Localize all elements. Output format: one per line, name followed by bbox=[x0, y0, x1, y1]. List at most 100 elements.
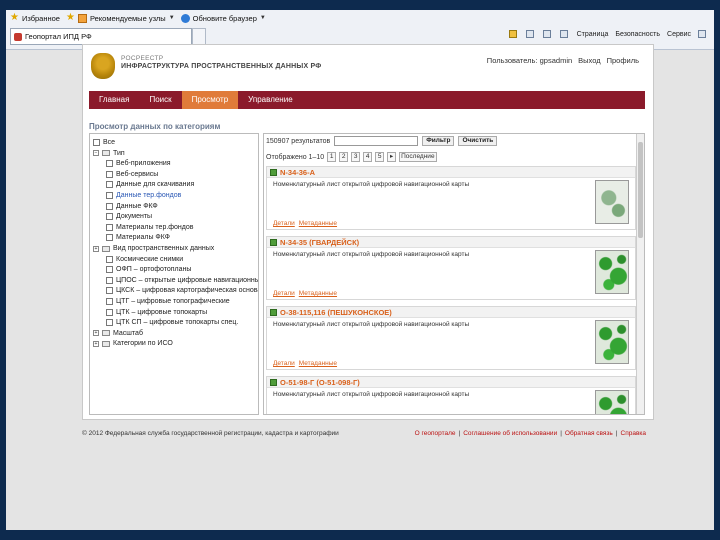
checkbox[interactable] bbox=[93, 139, 100, 146]
nav-search[interactable]: Поиск bbox=[139, 91, 181, 109]
result-title[interactable]: N-34-36-А bbox=[280, 168, 315, 177]
metadata-link[interactable]: Метаданные bbox=[299, 220, 337, 227]
map-thumbnail[interactable] bbox=[595, 180, 629, 224]
details-link[interactable]: Детали bbox=[273, 290, 295, 297]
tree-item[interactable]: ЦПОС – открытые цифровые навигационные bbox=[106, 275, 258, 286]
metadata-link[interactable]: Метаданные bbox=[299, 360, 337, 367]
tree-item[interactable]: Материалы ФКФ bbox=[106, 232, 170, 243]
page-1-button[interactable]: 1 bbox=[327, 152, 337, 162]
expand-icon[interactable]: + bbox=[93, 245, 99, 252]
tree-item[interactable]: + Категории по ИСО bbox=[93, 338, 173, 349]
tree-item[interactable]: + Масштаб bbox=[93, 328, 143, 339]
checkbox[interactable] bbox=[106, 202, 113, 210]
tree-item[interactable]: ЦТК – цифровые топокарты bbox=[106, 307, 207, 318]
checkbox[interactable] bbox=[106, 255, 113, 263]
tree-item-label: ЦТК СП – цифровые топокарты спец. bbox=[116, 319, 239, 327]
checkbox[interactable] bbox=[106, 181, 113, 189]
result-title[interactable]: N-34-35 (ГВАРДЕЙСК) bbox=[280, 238, 359, 247]
new-tab-button[interactable] bbox=[192, 28, 206, 45]
map-thumbnail[interactable] bbox=[595, 390, 629, 414]
checkbox[interactable] bbox=[106, 287, 113, 295]
update-browser-label: Обновите браузер bbox=[192, 13, 257, 23]
logout-link[interactable]: Выход bbox=[578, 56, 600, 65]
tree-item[interactable]: Документы bbox=[106, 211, 152, 222]
tree-item[interactable]: − Тип bbox=[93, 148, 125, 159]
tree-item[interactable]: ОФП – ортофотопланы bbox=[106, 264, 191, 275]
safety-menu[interactable]: Безопасность bbox=[615, 31, 660, 38]
tree-item[interactable]: Данные тер.фондов bbox=[106, 190, 181, 201]
update-browser-button[interactable]: Обновите браузер ▼ bbox=[180, 13, 266, 23]
result-titlebar: О-51-98-Г (О-51-098-Г) bbox=[267, 377, 635, 388]
checkbox[interactable] bbox=[106, 319, 113, 327]
expand-icon[interactable]: + bbox=[93, 340, 99, 347]
map-thumbnail[interactable] bbox=[595, 250, 629, 294]
footer-link-about[interactable]: О геопортале bbox=[415, 430, 456, 437]
checkbox[interactable] bbox=[106, 308, 113, 316]
next-page-icon[interactable]: ▸ bbox=[387, 152, 397, 162]
filter-input[interactable] bbox=[334, 136, 419, 146]
checkbox[interactable] bbox=[106, 223, 113, 231]
tree-item[interactable]: Веб-сервисы bbox=[106, 169, 158, 180]
tree-item[interactable]: Космические снимки bbox=[106, 254, 183, 265]
nav-home[interactable]: Главная bbox=[89, 91, 139, 109]
checkbox[interactable] bbox=[106, 276, 113, 284]
map-sheet-icon bbox=[270, 168, 277, 176]
home-icon bbox=[508, 30, 517, 38]
recommended-sites-button[interactable]: ★ Рекомендуемые узлы ▼ bbox=[66, 13, 175, 23]
user-bar: Пользователь: gpsadmin Выход Профиль bbox=[487, 56, 639, 65]
tree-item[interactable]: Все bbox=[93, 137, 115, 148]
footer-link-feedback[interactable]: Обратная связь bbox=[565, 430, 613, 437]
tree-item[interactable]: ЦКСК – цифровая картографическая основа bbox=[106, 285, 258, 296]
tree-item-label: Космические снимки bbox=[116, 255, 184, 263]
filter-button[interactable]: Фильтр bbox=[422, 136, 455, 146]
favorites-button[interactable]: ★ Избранное bbox=[10, 13, 60, 23]
checkbox[interactable] bbox=[106, 266, 113, 274]
details-link[interactable]: Детали bbox=[273, 360, 295, 367]
checkbox[interactable] bbox=[106, 170, 113, 178]
details-link[interactable]: Детали bbox=[273, 220, 295, 227]
collapse-icon[interactable]: − bbox=[93, 150, 99, 157]
tree-item[interactable]: Материалы тер.фондов bbox=[106, 222, 194, 233]
tree-item[interactable]: ЦТК СП – цифровые топокарты спец. bbox=[106, 317, 238, 328]
tree-item[interactable]: Веб-приложения bbox=[106, 158, 171, 169]
footer-link-agreement[interactable]: Соглашение об использовании bbox=[463, 430, 557, 437]
checkbox[interactable] bbox=[106, 298, 113, 305]
result-links: Детали Метаданные bbox=[273, 290, 337, 297]
browser-tab[interactable]: Геопортал ИПД РФ bbox=[10, 28, 192, 45]
tree-item[interactable]: Данные ФКФ bbox=[106, 201, 158, 212]
recommended-label: Рекомендуемые узлы bbox=[89, 13, 166, 23]
checkbox[interactable] bbox=[106, 160, 113, 168]
tools-menu[interactable]: Сервис bbox=[667, 31, 691, 38]
feeds-button[interactable] bbox=[525, 30, 536, 38]
clear-button[interactable]: Очистить bbox=[458, 136, 498, 146]
tree-item[interactable]: Данные для скачивания bbox=[106, 179, 194, 190]
nav-browse[interactable]: Просмотр bbox=[181, 91, 239, 109]
add-favorite-icon: ★ bbox=[65, 12, 75, 23]
map-thumbnail[interactable] bbox=[595, 320, 629, 364]
profile-link[interactable]: Профиль bbox=[607, 56, 639, 65]
scrollbar-thumb[interactable] bbox=[638, 142, 643, 238]
result-title[interactable]: О-38-115,116 (ПЕШУКОНСКОЕ) bbox=[280, 308, 392, 317]
last-page-button[interactable]: Последние bbox=[399, 152, 437, 162]
page-2-button[interactable]: 2 bbox=[339, 152, 349, 162]
metadata-link[interactable]: Метаданные bbox=[299, 290, 337, 297]
result-title[interactable]: О-51-98-Г (О-51-098-Г) bbox=[280, 378, 360, 387]
expand-icon[interactable]: + bbox=[93, 330, 99, 337]
tree-item[interactable]: + Вид пространственных данных bbox=[93, 243, 214, 254]
nav-manage[interactable]: Управление bbox=[238, 91, 302, 109]
mail-button[interactable] bbox=[542, 30, 553, 38]
print-button[interactable] bbox=[559, 30, 570, 38]
checkbox[interactable] bbox=[106, 192, 113, 199]
page-menu[interactable]: Страница bbox=[577, 31, 609, 38]
checkbox[interactable] bbox=[106, 213, 113, 221]
help-button[interactable] bbox=[698, 30, 708, 38]
results-scrollbar[interactable] bbox=[636, 134, 644, 414]
checkbox[interactable] bbox=[106, 234, 113, 242]
tree-item[interactable]: ЦТГ – цифровые топографические bbox=[106, 296, 230, 307]
page-4-button[interactable]: 4 bbox=[363, 152, 373, 162]
home-button[interactable] bbox=[508, 30, 519, 38]
page-5-button[interactable]: 5 bbox=[375, 152, 385, 162]
footer-links: О геопортале | Соглашение об использовани… bbox=[414, 430, 647, 437]
footer-link-help[interactable]: Справка bbox=[621, 430, 647, 437]
page-3-button[interactable]: 3 bbox=[351, 152, 361, 162]
